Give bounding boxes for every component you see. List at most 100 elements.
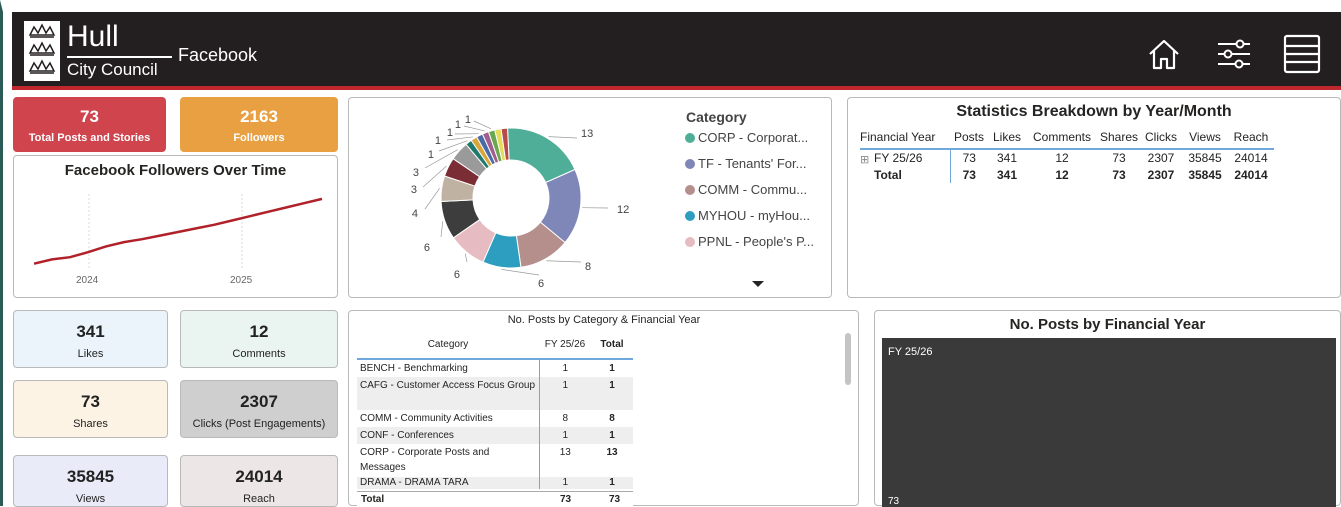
legend-dot-icon <box>685 237 695 247</box>
donut-data-label: 4 <box>412 208 418 220</box>
legend-dot-icon <box>685 211 695 221</box>
kpi-card[interactable]: 35845Views <box>13 455 168 507</box>
legend-scroll-down-icon[interactable] <box>751 279 765 289</box>
followers-over-time-card[interactable]: Facebook Followers Over Time 2024 2025 <box>13 155 338 298</box>
stats-cell: 341 <box>988 166 1026 183</box>
legend-dot-icon <box>685 185 695 195</box>
hull-city-council-logo: Hull City Council <box>22 19 174 83</box>
kpi-label: Reach <box>181 493 337 505</box>
category-cell: 1 <box>539 477 591 489</box>
kpi-card[interactable]: 341 Likes <box>13 310 168 368</box>
posts-by-fy-card[interactable]: No. Posts by Financial Year FY 25/26 73 <box>874 310 1341 506</box>
menu-icon[interactable] <box>1280 32 1324 76</box>
legend-label: CORP - Corporat... <box>698 130 808 145</box>
stats-col-header[interactable]: Likes <box>988 125 1026 149</box>
kpi-card[interactable]: 12 Comments <box>180 310 338 368</box>
category-row[interactable]: CONF - Conferences11 <box>357 427 633 444</box>
stats-col-header[interactable]: Shares <box>1098 125 1140 149</box>
category-row[interactable]: BENCH - Benchmarking11 <box>357 359 633 377</box>
stats-col-header[interactable]: Financial Year <box>860 125 950 149</box>
category-row[interactable]: CAFG - Customer Access Focus Group11 <box>357 377 633 410</box>
stats-col-header[interactable]: Reach <box>1228 125 1274 149</box>
category-cell: DRAMA - DRAMA TARA <box>357 477 539 489</box>
stats-col-header[interactable]: Comments <box>1026 125 1098 149</box>
statistics-breakdown-card[interactable]: Statistics Breakdown by Year/Month Finan… <box>847 97 1341 298</box>
followers-series-line <box>34 199 322 264</box>
legend-label: COMM - Commu... <box>698 182 807 197</box>
donut-leader-line <box>474 121 491 129</box>
stats-col-header[interactable]: Posts <box>950 125 988 149</box>
category-cell: 1 <box>539 427 591 444</box>
stats-cell: 73 <box>1098 166 1140 183</box>
category-cell: 13 <box>539 444 591 477</box>
stats-cell: 35845 <box>1182 166 1228 183</box>
kpi-card[interactable]: 2307Clicks (Post Engagements) <box>180 380 338 438</box>
category-cell: 8 <box>591 410 633 427</box>
followers-line-chart <box>14 156 337 297</box>
fy-bar[interactable]: FY 25/26 73 <box>882 338 1336 507</box>
home-icon[interactable] <box>1142 32 1186 76</box>
stats-cell: 341 <box>988 149 1026 166</box>
donut-leader-line <box>549 137 577 138</box>
category-total-total: 73 <box>609 494 620 505</box>
legend-item[interactable]: MYHOU - myHou... <box>685 208 810 223</box>
app-header: Hull City Council Facebook <box>12 12 1341 90</box>
category-cell: 1 <box>539 359 591 377</box>
stats-col-header[interactable]: Clicks <box>1140 125 1182 149</box>
col-fy[interactable]: FY 25/26 <box>539 331 591 359</box>
kpi-card[interactable]: 73Shares <box>13 380 168 438</box>
donut-leader-line <box>441 221 443 237</box>
category-row[interactable]: DRAMA - DRAMA TARA11 <box>357 477 633 489</box>
kpi-value: 12 <box>181 322 337 342</box>
category-donut-card[interactable]: 1312866643311111 Category <box>348 97 832 298</box>
donut-data-label: 1 <box>455 119 461 131</box>
kpi-followers[interactable]: 2163 Followers <box>180 97 338 152</box>
logo-divider <box>67 56 172 58</box>
category-cell: 1 <box>591 427 633 444</box>
legend-item[interactable]: COMM - Commu... <box>685 182 807 197</box>
legend-dot-icon <box>685 133 695 143</box>
kpi-card[interactable]: 24014 Reach <box>180 455 338 507</box>
kpi-value: 73 <box>14 392 167 412</box>
stats-col-header[interactable]: Views <box>1182 125 1228 149</box>
category-table: Category FY 25/26 Total BENCH - Benchmar… <box>357 331 633 489</box>
x-tick-2025: 2025 <box>230 275 252 286</box>
legend-label: TF - Tenants' For... <box>698 156 806 171</box>
stats-cell: 2307 <box>1140 149 1182 166</box>
posts-by-category-card[interactable]: No. Posts by Category & Financial Year C… <box>348 310 859 506</box>
category-cell: 1 <box>591 359 633 377</box>
category-row[interactable]: CORP - Corporate Posts and Messages1313 <box>357 444 633 477</box>
kpi-label: Likes <box>14 348 167 360</box>
fy-bar-category: FY 25/26 <box>888 346 932 358</box>
kpi-value: 24014 <box>181 467 337 487</box>
category-cell: CONF - Conferences <box>357 427 539 444</box>
category-cell: 1 <box>591 377 633 410</box>
kpi-total-posts[interactable]: 73 Total Posts and Stories <box>13 97 166 152</box>
legend-label: MYHOU - myHou... <box>698 208 810 223</box>
col-category[interactable]: Category <box>357 331 539 359</box>
donut-data-label: 6 <box>424 242 430 254</box>
stats-table: Financial YearPostsLikesCommentsSharesCl… <box>860 125 1274 183</box>
filter-sliders-icon[interactable] <box>1212 32 1256 76</box>
crest-icon <box>22 19 62 83</box>
donut-data-label: 6 <box>454 269 460 281</box>
category-table-scrollbar[interactable] <box>845 333 851 385</box>
kpi-total-posts-label: Total Posts and Stories <box>14 132 165 144</box>
category-cell: 1 <box>591 477 633 489</box>
legend-item[interactable]: PPNL - People's P... <box>685 234 814 249</box>
stats-cell: FY 25/26 <box>860 149 950 166</box>
category-cell: 8 <box>539 410 591 427</box>
category-row[interactable]: COMM - Community Activities88 <box>357 410 633 427</box>
legend-item[interactable]: TF - Tenants' For... <box>685 156 806 171</box>
legend-dot-icon <box>685 159 695 169</box>
donut-data-label: 3 <box>413 167 419 179</box>
stats-cell: 24014 <box>1228 166 1274 183</box>
legend-item[interactable]: CORP - Corporat... <box>685 130 808 145</box>
expand-row-icon[interactable]: ⊞ <box>860 153 869 166</box>
kpi-label: Comments <box>181 348 337 360</box>
category-cell: 13 <box>591 444 633 477</box>
donut-data-label: 8 <box>585 261 591 273</box>
kpi-value: 341 <box>14 322 167 342</box>
donut-data-label: 12 <box>617 204 629 216</box>
col-total[interactable]: Total <box>591 331 633 359</box>
